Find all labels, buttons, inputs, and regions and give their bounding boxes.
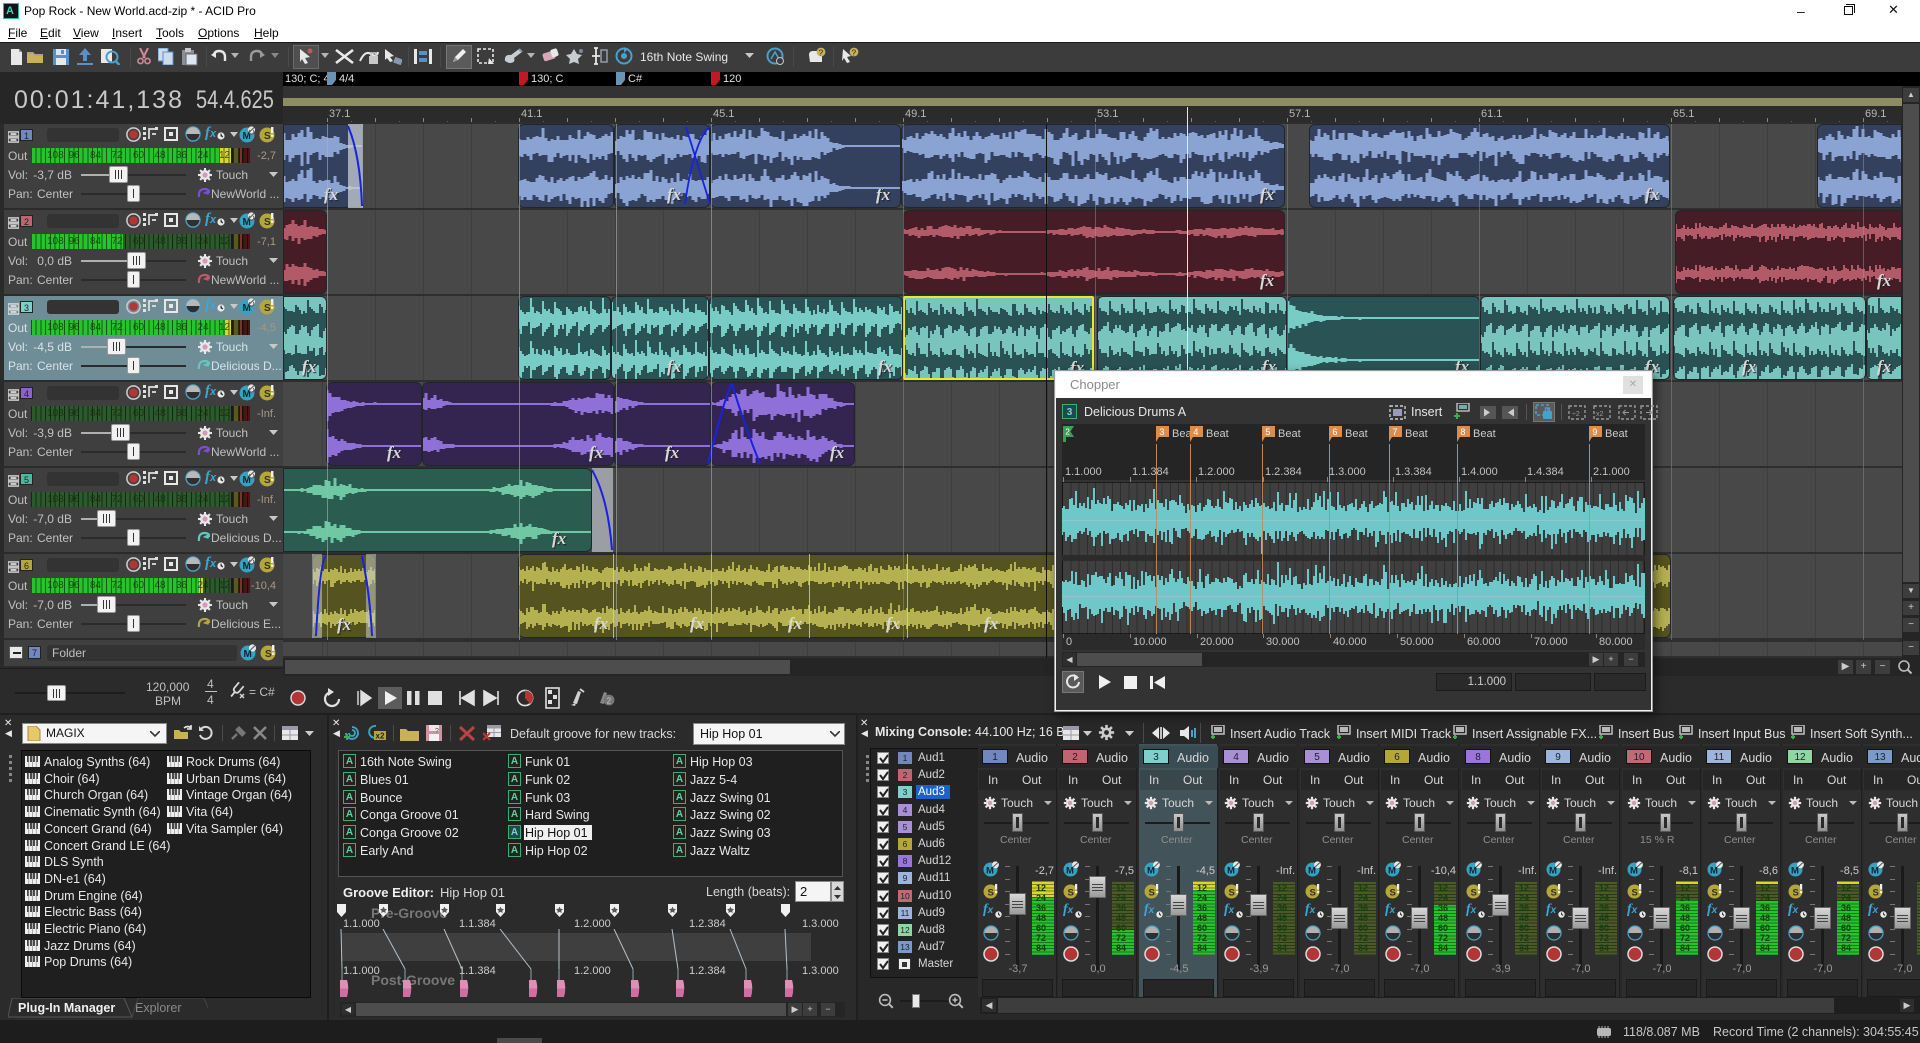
svg-text:M: M [1227,866,1235,877]
svg-text:7: 7 [1392,427,1397,437]
svg-text:S: S [264,217,271,228]
svg-text:9: 9 [1592,427,1597,437]
svg-text:2: 2 [607,697,612,706]
svg-text:S: S [264,561,271,572]
svg-text:S: S [1471,888,1477,899]
svg-text:?: ? [852,48,857,57]
svg-text:6: 6 [1332,427,1337,437]
svg-text:S: S [265,649,272,660]
svg-text:M: M [1791,866,1799,877]
svg-text:M: M [1469,866,1477,877]
svg-text:S: S [988,888,994,899]
svg-text:M: M [1147,866,1155,877]
svg-text:M: M [1549,866,1557,877]
svg-text:÷2: ÷2 [1572,411,1580,418]
svg-text:4: 4 [1193,427,1198,437]
svg-text:2: 2 [1065,428,1070,437]
svg-text:S: S [264,389,271,400]
svg-text:S: S [1632,888,1638,899]
svg-text:M: M [1066,866,1074,877]
svg-text:S: S [1149,888,1155,899]
svg-text:?: ? [435,728,439,735]
svg-text:S: S [1551,888,1557,899]
svg-text:5: 5 [1265,427,1270,437]
svg-text:S: S [1793,888,1799,899]
svg-text:S: S [1310,888,1316,899]
svg-text:M: M [986,866,994,877]
svg-text:S: S [264,303,271,314]
svg-text:8: 8 [1460,427,1465,437]
svg-text:S: S [264,475,271,486]
svg-text:?: ? [819,48,824,57]
svg-text:S: S [1873,888,1879,899]
svg-text:S: S [1068,888,1074,899]
svg-text:3: 3 [1159,427,1164,437]
svg-text:M: M [1710,866,1718,877]
svg-text:S: S [1390,888,1396,899]
svg-text:M: M [1630,866,1638,877]
svg-text:S: S [1229,888,1235,899]
svg-text:S: S [264,131,271,142]
svg-text:x2: x2 [376,732,385,741]
svg-text:M: M [1871,866,1879,877]
svg-text:x2: x2 [1596,411,1604,418]
svg-text:M: M [1388,866,1396,877]
svg-text:S: S [1712,888,1718,899]
svg-text:M: M [1308,866,1316,877]
